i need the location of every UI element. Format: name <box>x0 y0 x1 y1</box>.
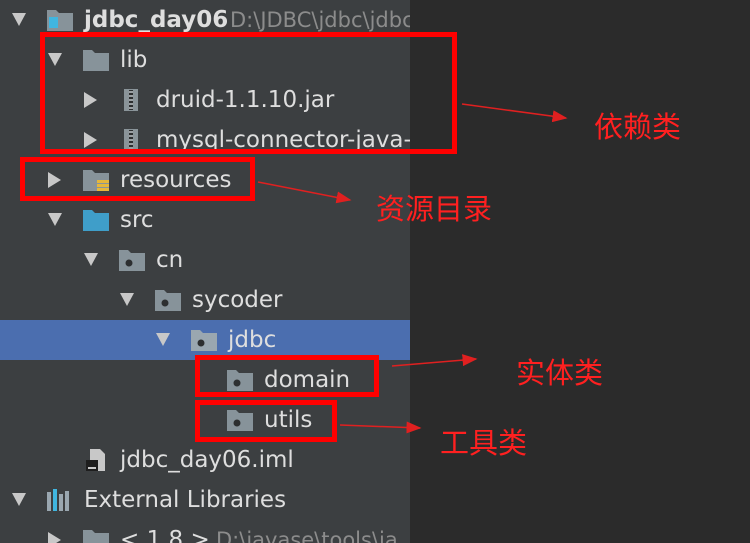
annotation-label-deps: 依赖类 <box>594 110 682 144</box>
annotation-label-tools: 工具类 <box>440 426 528 460</box>
arrow-to-deps <box>461 103 568 123</box>
arrow-to-resources <box>257 181 352 204</box>
arrow-to-tools <box>339 421 422 434</box>
annotation-label-resources: 资源目录 <box>376 192 493 226</box>
annotation-arrows <box>257 103 568 434</box>
annotation-label-entity: 实体类 <box>516 356 604 390</box>
arrow-to-entity <box>391 354 478 367</box>
